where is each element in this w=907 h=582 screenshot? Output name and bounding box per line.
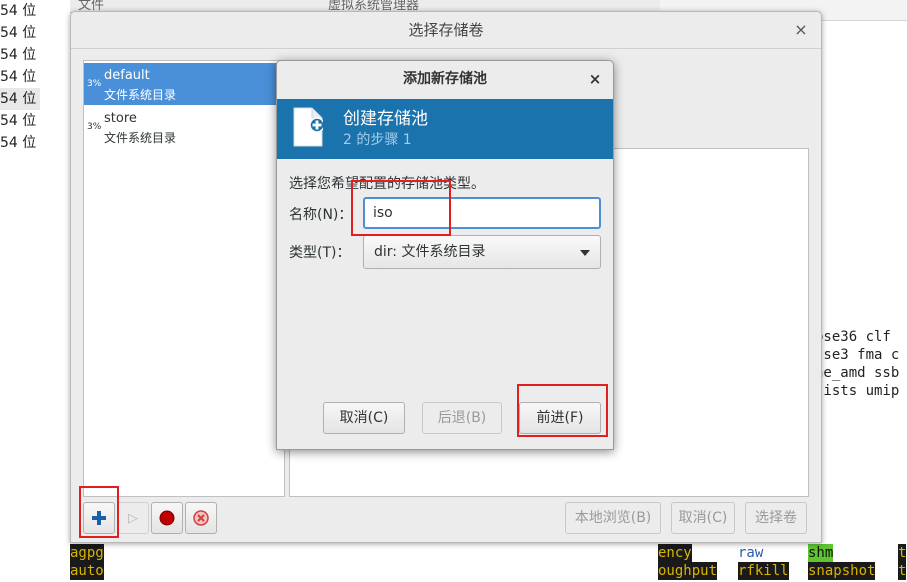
choose-volume-button[interactable]: 选择卷 [745,502,807,534]
storage-pool-list: 3% default 文件系统目录 3% store 文件系统目录 [83,60,285,497]
close-icon[interactable]: × [791,20,811,40]
highlight-name-field [351,180,451,236]
background-text: pse36 clf [815,329,891,345]
highlight-add-button [79,486,119,538]
terminal-cell: auto [70,562,104,580]
new-document-icon [293,107,323,147]
pool-type: 文件系统目录 [104,88,177,102]
delete-icon [186,503,216,533]
background-list-item: 54 位 [0,88,40,110]
terminal-cell: snapshot [808,562,876,580]
background-list-item: 54 位 [0,3,37,19]
terminal-cell: shm [808,544,834,562]
start-pool-button[interactable]: ▷ [117,502,149,534]
dialog-title: 选择存储卷 [71,12,821,49]
terminal-cell: ency [658,544,692,562]
cancel-button[interactable]: 取消(C) [323,402,405,434]
wizard-step: 2 的步骤 1 [343,132,412,148]
pool-usage: 3% [87,79,102,89]
play-icon: ▷ [128,510,138,526]
terminal-cell: oughput [658,562,718,580]
cancel-button[interactable]: 取消(C) [671,502,735,534]
terminal-cell: raw [738,545,764,561]
background-list-item: 54 位 [0,47,37,63]
back-button[interactable]: 后退(B) [422,402,502,434]
background-list-item: 54 位 [0,25,37,41]
stop-icon [152,503,182,533]
type-label: 类型(T)： [289,245,351,261]
pool-usage: 3% [87,122,102,132]
pool-name: store [104,111,137,126]
close-icon[interactable]: × [585,69,605,89]
pool-type: 文件系统目录 [104,131,177,145]
chevron-down-icon [580,250,590,256]
highlight-forward-button [517,384,608,437]
background-text: ne_amd ssb [815,365,900,381]
terminal-cell: agpg [70,544,104,562]
background-list-item: 54 位 [0,69,37,85]
pool-type-value: dir: 文件系统目录 [374,244,486,260]
background-text: sse3 fma c [815,347,900,363]
browse-local-button[interactable]: 本地浏览(B) [565,502,661,534]
terminal-cell: rfkill [738,562,789,580]
name-label: 名称(N)： [289,207,353,223]
background-list-item: 54 位 [0,135,37,151]
delete-pool-button[interactable] [185,502,217,534]
background-terminal: agpg ency raw shm t auto oughput rfkill … [70,541,907,582]
wizard-banner: 创建存储池 2 的步骤 1 [277,99,613,159]
pool-item-default[interactable]: 3% default 文件系统目录 [84,63,284,105]
stop-pool-button[interactable] [151,502,183,534]
pool-item-store[interactable]: 3% store 文件系统目录 [84,106,284,148]
pool-type-select[interactable]: dir: 文件系统目录 [363,235,601,269]
wizard-title: 创建存储池 [343,109,428,129]
terminal-cell: t [898,562,907,580]
pool-name: default [104,68,150,83]
terminal-cell: t [898,544,907,562]
dialog-title: 添加新存储池 [403,71,487,87]
background-text: sists umip [815,383,900,399]
background-list-item: 54 位 [0,113,37,129]
